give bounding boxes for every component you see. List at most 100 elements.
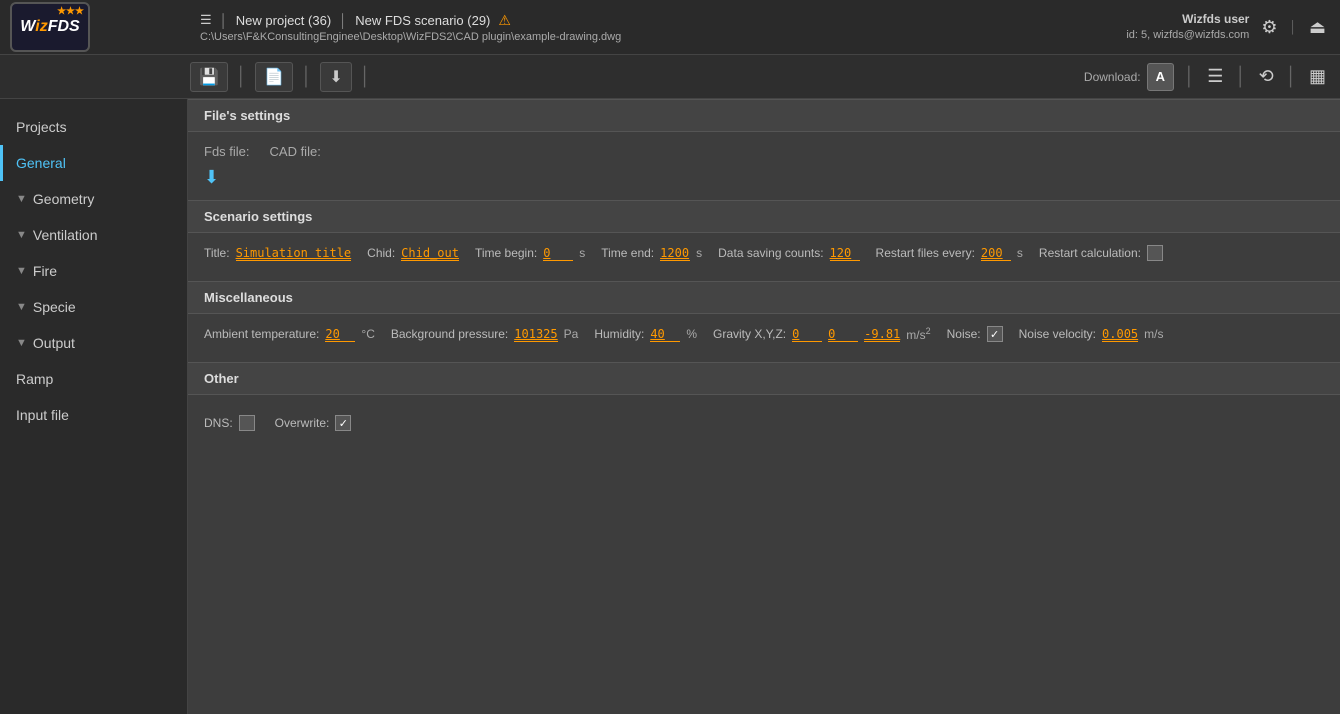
file-path: C:\Users\F&KConsultingEnginee\Desktop\Wi… [200,31,1126,43]
logo: ★★★ WizFDS [10,2,90,52]
user-info: Wizfds user id: 5, wizfds@wizfds.com [1126,11,1249,43]
main-layout: Projects General ▼ Geometry ▼ Ventilatio… [0,99,1340,714]
noise-group: Noise: [947,326,1003,342]
restart-files-unit: s [1017,246,1023,260]
sidebar-item-general[interactable]: General [0,145,187,181]
noise-velocity-unit: m/s [1144,327,1163,341]
overwrite-checkbox[interactable] [335,415,351,431]
top-center: ☰ │ New project (36) │ New FDS scenario … [190,12,1126,43]
file-settings-body: Fds file: CAD file: ⬇ [188,132,1340,200]
fds-download-row: ⬇ [204,167,1324,188]
restart-files-value[interactable]: 200 [981,246,1011,261]
restart-files-group: Restart files every: 200 s [876,246,1023,261]
table-button[interactable]: ▦ [1305,64,1330,89]
humidity-value[interactable]: 40 [650,327,680,342]
sidebar-item-fire[interactable]: ▼ Fire [0,253,187,289]
title-label: Title: [204,246,230,260]
title-value[interactable]: Simulation title [236,246,352,261]
time-begin-unit: s [579,246,585,260]
dns-group: DNS: [204,415,255,431]
project-row: ☰ │ New project (36) │ New FDS scenario … [200,12,1126,29]
sidebar-item-ventilation[interactable]: ▼ Ventilation [0,217,187,253]
sidebar-item-projects[interactable]: Projects [0,109,187,145]
dns-checkbox[interactable] [239,415,255,431]
sidebar: Projects General ▼ Geometry ▼ Ventilatio… [0,99,188,714]
sidebar-item-specie[interactable]: ▼ Specie [0,289,187,325]
restart-files-label: Restart files every: [876,246,975,260]
cad-label: CAD file: [270,144,321,159]
title-group: Title: Simulation title [204,246,351,261]
chevron-down-icon-2: ▼ [16,229,27,241]
chevron-down-icon-5: ▼ [16,337,27,349]
sidebar-label-ramp: Ramp [16,371,53,387]
sidebar-item-geometry[interactable]: ▼ Geometry [0,181,187,217]
diagram-button[interactable]: ⟲ [1255,64,1278,89]
gravity-x-value[interactable]: 0 [792,327,822,342]
time-end-value[interactable]: 1200 [660,246,690,261]
bg-pressure-unit: Pa [564,327,579,341]
bg-pressure-value[interactable]: 101325 [514,327,557,342]
sidebar-label-general: General [16,155,66,171]
misc-body: Ambient temperature: 20 °C Background pr… [188,314,1340,354]
top-right: Wizfds user id: 5, wizfds@wizfds.com ⚙ │… [1126,11,1330,43]
time-end-group: Time end: 1200 s [601,246,702,261]
user-id: id: 5, wizfds@wizfds.com [1126,28,1249,43]
sidebar-item-input-file[interactable]: Input file [0,397,187,433]
chid-value[interactable]: Chid_out [401,246,459,261]
humidity-group: Humidity: 40 % [594,327,697,342]
download-a-button[interactable]: A [1147,63,1174,91]
noise-velocity-label: Noise velocity: [1019,327,1096,341]
sidebar-label-input-file: Input file [16,407,69,423]
misc-row: Ambient temperature: 20 °C Background pr… [204,326,1324,342]
list-view-button[interactable]: ☰ [1203,64,1227,89]
overwrite-group: Overwrite: [275,415,352,431]
data-saving-label: Data saving counts: [718,246,823,260]
gravity-label: Gravity X,Y,Z: [713,327,786,341]
chevron-down-icon: ▼ [16,193,27,205]
ambient-temp-value[interactable]: 20 [325,327,355,342]
noise-label: Noise: [947,327,981,341]
noise-checkbox[interactable] [987,326,1003,342]
restart-calc-group: Restart calculation: [1039,245,1163,261]
scenario-name: New FDS scenario (29) [355,13,490,28]
other-row: DNS: Overwrite: [204,415,1324,431]
restart-calc-checkbox[interactable] [1147,245,1163,261]
sidebar-label-projects: Projects [16,119,67,135]
files-row: Fds file: CAD file: [204,144,1324,159]
restart-calc-label: Restart calculation: [1039,246,1141,260]
sidebar-item-ramp[interactable]: Ramp [0,361,187,397]
noise-velocity-value[interactable]: 0.005 [1102,327,1138,342]
time-begin-value[interactable]: 0 [543,246,573,261]
time-begin-label: Time begin: [475,246,537,260]
data-saving-value[interactable]: 120 [830,246,860,261]
noise-velocity-group: Noise velocity: 0.005 m/s [1019,327,1164,342]
gravity-y-value[interactable]: 0 [828,327,858,342]
project-name: New project (36) [236,13,331,28]
gravity-group: Gravity X,Y,Z: 0 0 -9.81 m/s2 [713,326,931,342]
data-saving-group: Data saving counts: 120 [718,246,859,261]
logo-area: ★★★ WizFDS [10,2,190,52]
content-area: File's settings Fds file: CAD file: ⬇ Sc… [188,99,1340,714]
misc-header: Miscellaneous [188,281,1340,314]
gravity-z-value[interactable]: -9.81 [864,327,900,342]
settings-button[interactable]: ⚙ [1257,13,1281,42]
fds-download-button[interactable]: ⬇ [204,167,219,188]
toolbar-right-icons: │ ☰ │ ⟲ │ ▦ [1182,64,1330,89]
sidebar-label-geometry: Geometry [33,191,94,207]
download-button[interactable]: ⬇ [320,62,351,92]
file-settings-header: File's settings [188,99,1340,132]
toolbar-right: Download: A │ ☰ │ ⟲ │ ▦ [1084,63,1330,91]
time-end-label: Time end: [601,246,654,260]
document-button[interactable]: 📄 [255,62,293,92]
overwrite-label: Overwrite: [275,416,330,430]
sidebar-label-ventilation: Ventilation [33,227,98,243]
fds-label: Fds file: [204,144,250,159]
other-body: DNS: Overwrite: [188,395,1340,443]
warning-icon: ⚠ [498,12,511,29]
save-button[interactable]: 💾 [190,62,228,92]
logo-text: WizFDS [20,18,79,36]
logout-button[interactable]: ⏏ [1305,13,1330,42]
ambient-temp-group: Ambient temperature: 20 °C [204,327,375,342]
time-end-unit: s [696,246,702,260]
sidebar-item-output[interactable]: ▼ Output [0,325,187,361]
